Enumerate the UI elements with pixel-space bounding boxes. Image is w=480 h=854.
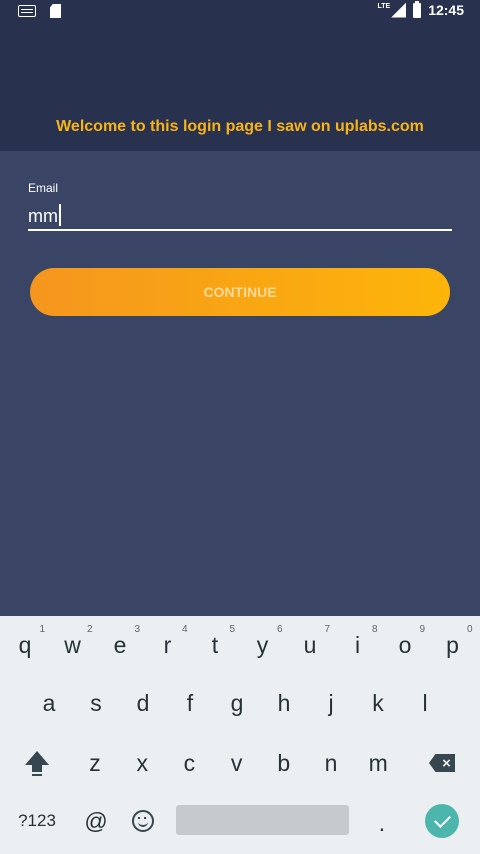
key-label: i <box>354 631 361 658</box>
key-alt-label: 8 <box>371 624 378 635</box>
key-d[interactable]: d <box>119 678 167 728</box>
key-c[interactable]: c <box>165 738 213 788</box>
email-label: Email <box>28 181 59 195</box>
shift-key[interactable] <box>13 738 61 788</box>
continue-button[interactable]: CONTINUE <box>30 268 450 316</box>
space-key[interactable] <box>176 805 349 835</box>
key-o[interactable]: o9 <box>381 620 429 670</box>
symbols-key[interactable]: ?123 <box>13 796 61 846</box>
key-n[interactable]: n <box>307 738 355 788</box>
key-b[interactable]: b <box>260 738 308 788</box>
key-q[interactable]: q1 <box>1 620 49 670</box>
key-t[interactable]: t5 <box>191 620 239 670</box>
key-label: h <box>277 689 291 716</box>
key-label: l <box>422 689 428 716</box>
key-label: c <box>183 749 196 776</box>
key-label: j <box>328 689 334 716</box>
key-label: x <box>136 749 148 776</box>
key-alt-label: 7 <box>324 624 330 635</box>
emoji-key[interactable] <box>119 796 167 846</box>
keyboard-notification-icon <box>18 5 36 17</box>
backspace-icon: × <box>429 754 455 772</box>
emoji-icon <box>132 810 154 832</box>
period-key[interactable]: . <box>358 798 406 848</box>
key-label: u <box>303 631 317 658</box>
key-label: r <box>163 631 172 658</box>
key-i[interactable]: i8 <box>334 620 382 670</box>
key-label: e <box>113 631 127 658</box>
network-type: LTE <box>377 2 391 10</box>
status-bar: LTE 12:45 <box>0 0 480 24</box>
key-u[interactable]: u7 <box>286 620 334 670</box>
backspace-key[interactable]: × <box>418 738 466 788</box>
key-z[interactable]: z <box>71 738 119 788</box>
key-label: m <box>368 749 388 776</box>
key-label: o <box>398 631 412 658</box>
key-e[interactable]: e3 <box>96 620 144 670</box>
key-label: p <box>446 631 459 658</box>
key-f[interactable]: f <box>166 678 214 728</box>
key-y[interactable]: y6 <box>239 620 287 670</box>
at-key[interactable]: @ <box>72 796 120 846</box>
key-label: q <box>18 631 32 658</box>
enter-key[interactable] <box>425 804 459 838</box>
key-m[interactable]: m <box>354 738 402 788</box>
key-label: v <box>230 749 243 776</box>
key-v[interactable]: v <box>213 738 261 788</box>
key-label: d <box>136 689 150 716</box>
key-label: n <box>324 749 338 776</box>
key-r[interactable]: r4 <box>144 620 192 670</box>
key-p[interactable]: p0 <box>429 620 477 670</box>
key-label: z <box>89 749 101 776</box>
shift-icon <box>24 751 50 776</box>
key-h[interactable]: h <box>260 678 308 728</box>
key-alt-label: 0 <box>466 624 473 635</box>
key-alt-label: 4 <box>181 624 188 635</box>
key-j[interactable]: j <box>307 678 355 728</box>
key-s[interactable]: s <box>72 678 120 728</box>
key-label: g <box>230 689 244 716</box>
key-label: b <box>277 749 291 776</box>
key-alt-label: 5 <box>229 624 235 635</box>
key-label: y <box>256 631 269 658</box>
clock: 12:45 <box>428 2 464 18</box>
key-alt-label: 6 <box>276 624 283 635</box>
sd-card-icon <box>50 4 61 18</box>
key-label: f <box>186 689 194 716</box>
key-alt-label: 1 <box>39 624 45 635</box>
key-alt-label: 3 <box>134 624 140 635</box>
key-label: s <box>90 689 102 716</box>
battery-icon <box>413 0 422 18</box>
key-k[interactable]: k <box>354 678 402 728</box>
text-cursor <box>59 204 61 226</box>
key-g[interactable]: g <box>213 678 261 728</box>
key-x[interactable]: x <box>118 738 166 788</box>
key-label: k <box>372 689 384 716</box>
key-label: a <box>42 689 56 716</box>
key-w[interactable]: w2 <box>49 620 97 670</box>
key-a[interactable]: a <box>25 678 73 728</box>
header: Welcome to this login page I saw on upla… <box>0 24 480 151</box>
checkmark-icon <box>433 810 451 828</box>
key-label: t <box>211 631 219 658</box>
soft-keyboard: × ?123 @ . q1w2e3r4t5y6u7i8o9p0asdfghjkl… <box>0 616 480 854</box>
key-l[interactable]: l <box>401 678 449 728</box>
email-field[interactable] <box>28 203 452 231</box>
key-alt-label: 9 <box>419 624 425 635</box>
key-alt-label: 2 <box>86 624 93 635</box>
key-label: w <box>64 631 81 658</box>
signal-icon <box>391 2 407 18</box>
page-title: Welcome to this login page I saw on upla… <box>56 118 424 135</box>
